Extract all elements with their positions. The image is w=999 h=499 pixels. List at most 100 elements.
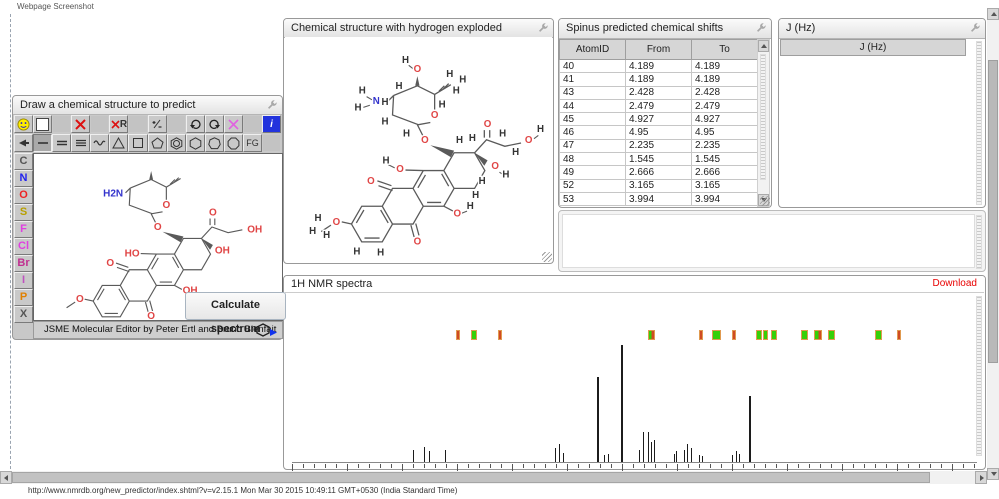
shift-row[interactable]: 533.9943.994 [560, 192, 758, 205]
atom-label-O: O [333, 217, 341, 228]
nmr-range-marker[interactable] [648, 330, 655, 340]
nmr-range-marker[interactable] [712, 330, 721, 340]
wrench-icon[interactable] [266, 99, 278, 111]
scroll-up-button[interactable] [987, 8, 999, 20]
main-horizontal-scrollbar[interactable] [0, 471, 987, 484]
shift-cell: 47 [560, 139, 626, 152]
nmr-range-marker[interactable] [828, 330, 835, 340]
shifts-panel-header[interactable]: Spinus predicted chemical shifts [559, 19, 771, 39]
ring8-button[interactable] [224, 134, 243, 152]
jhz-scrollbar[interactable] [976, 41, 982, 205]
editor-panel-header[interactable]: Draw a chemical structure to predict [13, 96, 282, 115]
wrench-icon[interactable] [755, 22, 767, 34]
nmr-range-marker[interactable] [771, 330, 777, 340]
shift-row[interactable]: 432.4282.428 [560, 86, 758, 99]
toolbar-spacer [262, 134, 281, 152]
chain-tool-button[interactable] [90, 134, 109, 152]
ring4-button[interactable] [128, 134, 147, 152]
atom-label-H: H [512, 147, 519, 158]
benzene-button[interactable] [167, 134, 186, 152]
horizontal-scrollbar-thumb[interactable] [12, 472, 930, 483]
atom-button-O[interactable]: O [14, 187, 33, 204]
axis-tick [380, 464, 381, 468]
delete-button[interactable] [71, 115, 90, 133]
clear-canvas-button[interactable] [33, 115, 52, 133]
functional-groups-button[interactable]: FG [243, 134, 262, 152]
ring5-button[interactable] [148, 134, 167, 152]
atom-button-P[interactable]: P [14, 289, 33, 306]
single-bond-button[interactable] [33, 134, 52, 152]
nmr-range-marker[interactable] [699, 330, 703, 340]
atom-button-N[interactable]: N [14, 170, 33, 187]
ring7-button[interactable] [205, 134, 224, 152]
nmr-scrollbar[interactable] [976, 296, 982, 456]
nmr-range-marker[interactable] [471, 330, 477, 340]
wrench-icon[interactable] [537, 22, 549, 34]
scroll-down-button[interactable] [987, 468, 999, 480]
double-bond-button[interactable] [52, 134, 71, 152]
shift-row[interactable]: 472.2352.235 [560, 139, 758, 152]
atom-label-O: O [525, 135, 533, 146]
scroll-right-button[interactable] [975, 471, 987, 484]
atom-button-I[interactable]: I [14, 272, 33, 289]
shift-cell: 45 [560, 113, 626, 126]
nmr-range-marker[interactable] [897, 330, 901, 340]
shift-row[interactable]: 523.1653.165 [560, 179, 758, 192]
shift-row[interactable]: 481.5451.545 [560, 153, 758, 166]
ring6-button[interactable] [186, 134, 205, 152]
atom-button-S[interactable]: S [14, 204, 33, 221]
download-link[interactable]: Download [933, 278, 977, 289]
atom-label-O: O [431, 110, 439, 121]
atom-label-H: H [453, 85, 460, 96]
nmr-range-marker[interactable] [814, 330, 822, 340]
charge-button[interactable] [148, 115, 167, 133]
vertical-scrollbar-thumb[interactable] [988, 60, 998, 363]
options-scrollbar[interactable] [976, 215, 982, 269]
calculate-spectrum-button[interactable]: Calculate spectrum [185, 292, 286, 320]
info-label: i [270, 119, 273, 130]
resize-grip[interactable] [760, 196, 770, 206]
wrench-icon[interactable] [969, 22, 981, 34]
jhz-panel-header[interactable]: J (Hz) [779, 19, 985, 39]
triple-bond-button[interactable] [71, 134, 90, 152]
select-tool-button[interactable] [14, 134, 33, 152]
axis-tick [974, 464, 975, 468]
nmr-panel-header[interactable]: 1H NMR spectra Download [284, 276, 985, 292]
nmr-range-marker[interactable] [801, 330, 808, 340]
axis-tick [347, 464, 348, 471]
nmr-range-marker[interactable] [732, 330, 736, 340]
info-button[interactable]: i [262, 115, 281, 133]
smiley-button[interactable] [14, 115, 33, 133]
atom-button-X[interactable]: X [14, 306, 33, 323]
shift-cell: 53 [560, 192, 626, 205]
scroll-up-button[interactable] [758, 40, 769, 52]
main-vertical-scrollbar[interactable] [987, 8, 999, 480]
resize-grip[interactable] [542, 252, 552, 262]
ring3-button[interactable] [109, 134, 128, 152]
redo-button[interactable] [205, 115, 224, 133]
shift-row[interactable]: 404.1894.189 [560, 60, 758, 73]
shift-row[interactable]: 414.1894.189 [560, 73, 758, 86]
atom-button-Cl[interactable]: Cl [14, 238, 33, 255]
nmr-range-marker[interactable] [763, 330, 768, 340]
undo-button[interactable] [186, 115, 205, 133]
axis-tick [820, 464, 821, 468]
nmr-range-marker[interactable] [875, 330, 882, 340]
nmr-range-marker[interactable] [756, 330, 762, 340]
exploded-panel-header[interactable]: Chemical structure with hydrogen explode… [284, 19, 553, 38]
delete-r-group-button[interactable]: R [109, 115, 128, 133]
shift-row[interactable]: 454.9274.927 [560, 113, 758, 126]
atom-button-C[interactable]: C [14, 153, 33, 170]
nmr-range-marker[interactable] [456, 330, 460, 340]
nmr-range-marker[interactable] [498, 330, 502, 340]
spiro-button[interactable] [224, 115, 243, 133]
atom-button-Br[interactable]: Br [14, 255, 33, 272]
shift-row[interactable]: 464.954.95 [560, 126, 758, 139]
shift-row[interactable]: 442.4792.479 [560, 99, 758, 112]
scrollbar-thumb[interactable] [760, 54, 766, 180]
shifts-scrollbar[interactable] [757, 39, 770, 207]
nmr-plot-area[interactable] [285, 292, 984, 468]
scroll-left-button[interactable] [0, 471, 12, 484]
atom-button-F[interactable]: F [14, 221, 33, 238]
shift-row[interactable]: 492.6662.666 [560, 166, 758, 179]
